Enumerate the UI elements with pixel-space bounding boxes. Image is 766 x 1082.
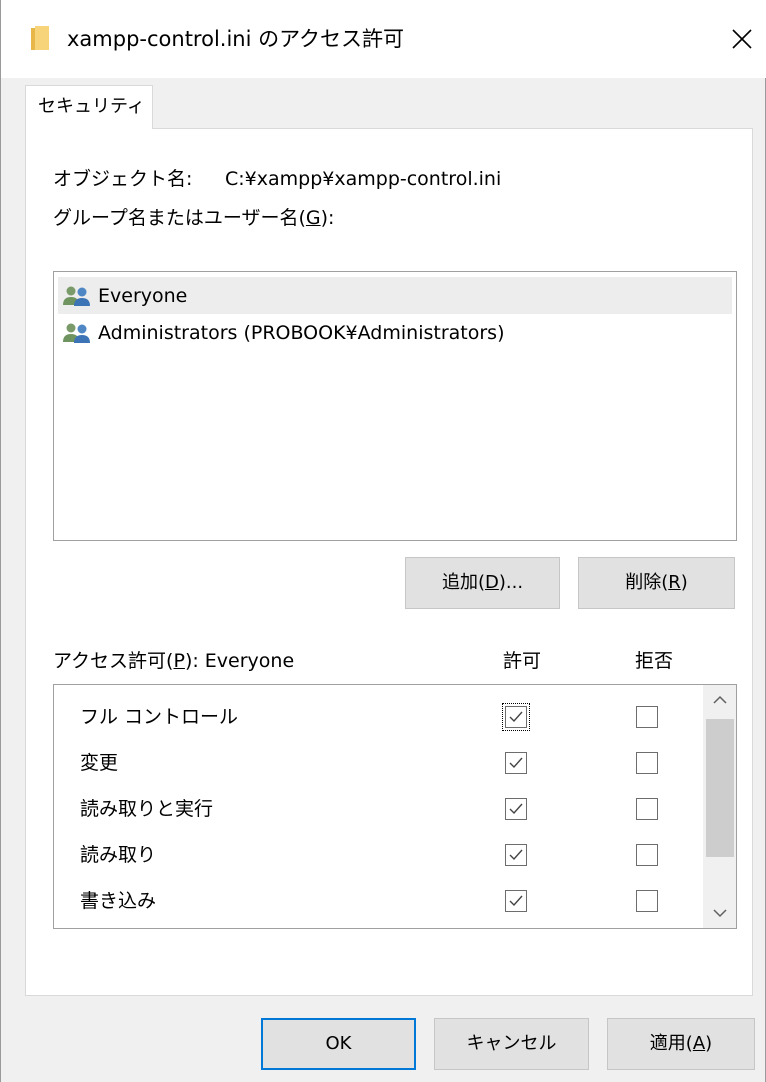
permissions-dialog: xampp-control.ini のアクセス許可 セキュリティ オブジェクト名… [0, 0, 766, 1082]
cancel-button[interactable]: キャンセル [434, 1018, 589, 1070]
apply-button[interactable]: 適用(A) [607, 1018, 755, 1070]
list-item-everyone[interactable]: Everyone [58, 277, 732, 314]
permission-row-read-execute: 読み取りと実行 [54, 787, 702, 833]
close-button[interactable] [717, 16, 766, 62]
permission-row-modify: 変更 [54, 741, 702, 787]
object-name-label: オブジェクト名: [53, 168, 193, 190]
allow-column-header: 許可 [503, 650, 542, 672]
checkmark-icon [509, 757, 523, 769]
permission-row-read: 読み取り [54, 833, 702, 879]
permission-name: 変更 [80, 752, 119, 774]
ok-button[interactable]: OK [261, 1018, 416, 1070]
checkmark-icon [509, 895, 523, 907]
close-icon [732, 29, 752, 49]
permissions-header: アクセス許可(P): Everyone [53, 650, 295, 672]
allow-checkbox[interactable] [505, 844, 527, 866]
scroll-up-button[interactable] [703, 685, 736, 715]
user-name: Everyone [98, 284, 188, 307]
permission-row-full-control: フル コントロール [54, 695, 702, 741]
permission-name: 書き込み [80, 890, 157, 912]
list-item-administrators[interactable]: Administrators (PROBOOK¥Administrators) [58, 314, 732, 351]
object-name-value: C:¥xampp¥xampp-control.ini [225, 168, 502, 190]
allow-checkbox[interactable] [505, 752, 527, 774]
allow-checkbox[interactable] [505, 890, 527, 912]
deny-checkbox[interactable] [636, 706, 658, 728]
users-icon [63, 323, 90, 343]
allow-checkbox[interactable] [505, 798, 527, 820]
permissions-list[interactable]: フル コントロール 変更 読み取りと実行 読み取り 書き込み [53, 684, 737, 929]
permission-name: フル コントロール [80, 706, 239, 728]
permission-row-write: 書き込み [54, 879, 702, 925]
permission-name: 読み取りと実行 [80, 798, 214, 820]
group-user-label: グループ名またはユーザー名(G): [53, 207, 335, 229]
checkmark-icon [509, 849, 523, 861]
permission-name: 読み取り [80, 844, 157, 866]
user-name: Administrators (PROBOOK¥Administrators) [98, 321, 505, 344]
chevron-up-icon [713, 695, 727, 704]
chevron-down-icon [713, 909, 727, 918]
add-button[interactable]: 追加(D)... [405, 557, 560, 609]
scroll-thumb[interactable] [706, 719, 734, 857]
users-icon [63, 286, 90, 306]
title-bar[interactable]: xampp-control.ini のアクセス許可 [1, 0, 766, 78]
deny-column-header: 拒否 [635, 650, 674, 672]
checkmark-icon [509, 803, 523, 815]
tab-security[interactable]: セキュリティ [25, 85, 153, 129]
allow-checkbox[interactable] [502, 703, 530, 731]
deny-checkbox[interactable] [636, 890, 658, 912]
scroll-down-button[interactable] [703, 898, 736, 928]
window-title: xampp-control.ini のアクセス許可 [67, 27, 405, 51]
deny-checkbox[interactable] [636, 798, 658, 820]
permissions-scrollbar[interactable] [703, 685, 736, 928]
remove-button[interactable]: 削除(R) [578, 557, 735, 609]
folder-icon [31, 26, 49, 50]
deny-checkbox[interactable] [636, 844, 658, 866]
checkmark-icon [509, 711, 523, 723]
deny-checkbox[interactable] [636, 752, 658, 774]
user-list[interactable]: Everyone Administrators (PROBOOK¥Adminis… [53, 271, 737, 541]
